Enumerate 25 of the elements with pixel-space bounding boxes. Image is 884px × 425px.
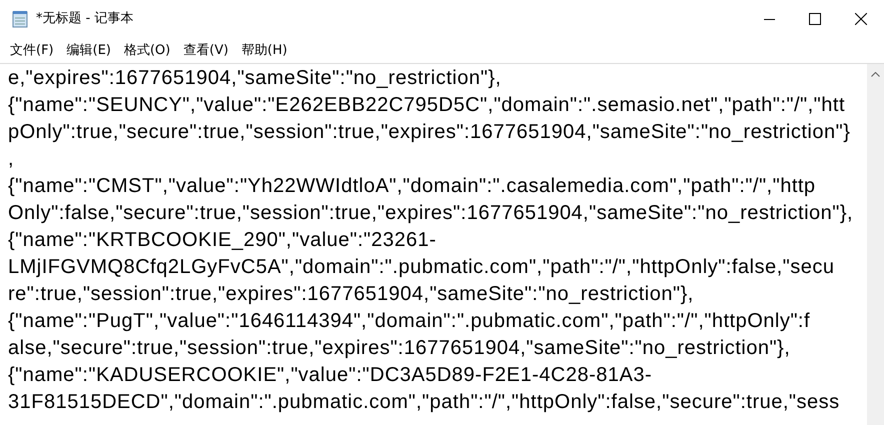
text-line: alse,"secure":true,"session":true,"expires":1677651904,"sameSite":"no_restriction"}, (8, 336, 790, 361)
menu-item[interactable]: 查看(V) (177, 40, 234, 60)
close-icon (855, 13, 867, 25)
minimize-icon (764, 18, 774, 20)
text-line: re":true,"session":true,"expires":1677651904,"sameSite":"no_restriction"}, (8, 282, 694, 307)
text-line: {"name":"PugT","value":"1646114394","domain":".pubmatic.com","path":"/","httpOnly":f (8, 309, 810, 334)
text-line: {"name":"KRTBCOOKIE_290","value":"23261- (8, 228, 436, 253)
text-line: {"name":"CMST","value":"Yh22WWIdtloA","domain":".casalemedia.com","path":"/","http (8, 174, 816, 199)
text-line: {"name":"KADUSERCOOKIE","value":"DC3A5D89-F2E1-4C28-81A3- (8, 363, 652, 388)
notepad-icon (12, 10, 28, 28)
text-line: , (8, 147, 14, 172)
text-line: {"name":"SEUNCY","value":"E262EBB22C795D5C","domain":".semasio.net","path":"/","htt (8, 93, 846, 118)
maximize-icon (809, 13, 821, 25)
scrollbar[interactable] (867, 64, 884, 425)
menu-item[interactable]: 帮助(H) (235, 40, 294, 60)
menu-item[interactable]: 文件(F) (4, 40, 60, 60)
text-line: 31F81515DECD","domain":".pubmatic.com","path":"/","httpOnly":false,"secure":true,"sess (8, 390, 840, 415)
text-line: LMjIFGVMQ8Cfq2LGyFvC5A","domain":".pubmatic.com","path":"/","httpOnly":false,"secu (8, 255, 834, 280)
text-line: pOnly":true,"secure":true,"session":true,"expires":1677651904,"sameSite":"no_restriction"} (8, 120, 850, 145)
text-line: e,"expires":1677651904,"sameSite":"no_restriction"}, (8, 66, 502, 91)
menu-item[interactable]: 格式(O) (118, 40, 176, 60)
window-title: *无标题 - 记事本 (36, 10, 134, 28)
menu-item[interactable]: 编辑(E) (60, 40, 117, 60)
text-line: Only":false,"secure":true,"session":true,"expires":1677651904,"sameSite":"no_restriction"}, (8, 201, 854, 226)
scroll-up-icon (871, 72, 880, 77)
